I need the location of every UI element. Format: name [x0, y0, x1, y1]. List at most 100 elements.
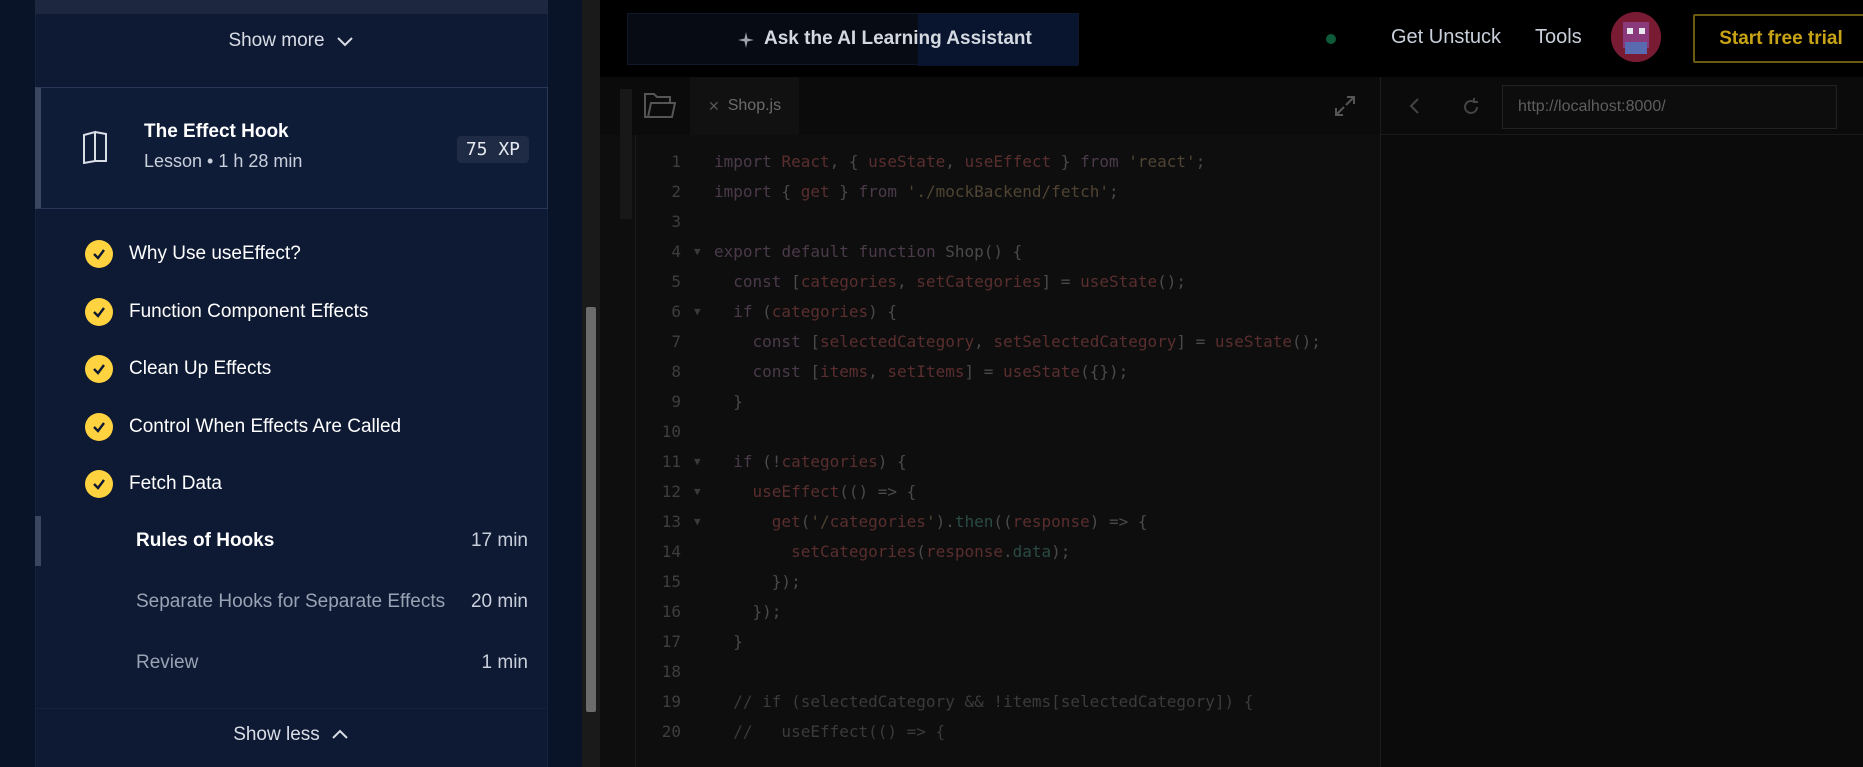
check-icon — [85, 470, 113, 498]
code-text: // useEffect(() => { — [714, 722, 946, 741]
line-number: 15 — [661, 572, 681, 591]
code-line[interactable]: 14 setCategories(response.data); — [636, 537, 1380, 567]
line-number: 12 — [661, 482, 681, 501]
fold-arrow-icon[interactable]: ▼ — [694, 447, 701, 477]
pending-lesson-label: Separate Hooks for Separate Effects — [136, 591, 446, 612]
chevron-left-icon[interactable] — [1406, 97, 1424, 115]
book-icon — [83, 130, 107, 164]
line-number: 5 — [671, 272, 681, 291]
pending-lesson-label: Review — [136, 652, 199, 673]
completed-lesson-label: Fetch Data — [129, 473, 222, 494]
fold-arrow-icon[interactable]: ▼ — [694, 297, 701, 327]
preview-toolbar — [1381, 77, 1863, 135]
expand-icon[interactable] — [1333, 94, 1357, 118]
show-more-button[interactable]: Show more — [35, 15, 548, 67]
code-text: // if (selectedCategory && !items[select… — [714, 692, 1254, 711]
avatar-image — [1611, 12, 1661, 62]
ai-assistant-button[interactable]: Ask the AI Learning Assistant — [627, 13, 1079, 66]
editor-gutter-strip — [620, 89, 632, 219]
line-number: 3 — [671, 212, 681, 231]
show-less-button[interactable]: Show less — [35, 708, 548, 760]
completed-lesson-label: Control When Effects Are Called — [129, 416, 402, 437]
reload-icon[interactable] — [1461, 97, 1481, 117]
lesson-card[interactable]: The Effect Hook Lesson • 1 h 28 min 75 X… — [35, 87, 548, 209]
code-line[interactable]: 4 ▼ export default function Shop() { — [636, 237, 1380, 267]
show-more-label: Show more — [228, 30, 325, 51]
sparkle-icon — [738, 32, 754, 48]
code-line[interactable]: 13 ▼ get('/categories').then((response) =… — [636, 507, 1380, 537]
line-number: 8 — [671, 362, 681, 381]
tab-shop-js[interactable]: ✕ Shop.js — [690, 77, 800, 135]
code-text: const [selectedCategory, setSelectedCate… — [752, 332, 1321, 351]
folder-icon[interactable] — [642, 89, 678, 123]
code-line[interactable]: 2 import { get } from './mockBackend/fetc… — [636, 177, 1380, 207]
code-text: }); — [714, 572, 801, 591]
check-icon — [85, 298, 113, 326]
completed-lesson-item[interactable]: Clean Up Effects — [85, 354, 271, 384]
avatar[interactable] — [1611, 12, 1661, 62]
browser-preview — [1380, 77, 1863, 767]
code-line[interactable]: 18 — [636, 657, 1380, 687]
code-editor[interactable]: ✕ Shop.js 1 import React, { useState, use… — [600, 77, 1380, 767]
line-number: 16 — [661, 602, 681, 621]
code-text: if (categories) { — [733, 302, 898, 321]
ai-assistant-label: Ask the AI Learning Assistant — [764, 28, 1032, 49]
code-line[interactable]: 9 } — [636, 387, 1380, 417]
tools-link[interactable]: Tools — [1535, 26, 1582, 49]
line-number: 20 — [661, 722, 681, 741]
line-number: 19 — [661, 692, 681, 711]
completed-lesson-item[interactable]: Why Use useEffect? — [85, 239, 301, 269]
code-area[interactable]: 1 import React, { useState, useEffect } f… — [636, 147, 1380, 747]
sidebar-scrollbar-thumb[interactable] — [586, 307, 596, 712]
pending-lesson-item[interactable]: Separate Hooks for Separate Effects 20 mi… — [35, 577, 548, 627]
code-line[interactable]: 3 — [636, 207, 1380, 237]
lesson-title: The Effect Hook — [144, 121, 289, 142]
code-line[interactable]: 15 }); — [636, 567, 1380, 597]
pending-lesson-label: Rules of Hooks — [136, 530, 275, 551]
get-unstuck-link[interactable]: Get Unstuck — [1391, 26, 1501, 49]
pending-lesson-duration: 1 min — [481, 652, 528, 673]
fold-arrow-icon[interactable]: ▼ — [694, 477, 701, 507]
completed-lesson-item[interactable]: Fetch Data — [85, 469, 222, 499]
check-icon — [85, 240, 113, 268]
code-line[interactable]: 19 // if (selectedCategory && !items[sel… — [636, 687, 1380, 717]
fold-arrow-icon[interactable]: ▼ — [694, 507, 701, 537]
url-input[interactable] — [1502, 85, 1837, 129]
completed-lesson-label: Why Use useEffect? — [129, 243, 301, 264]
pending-lesson-item[interactable]: Review 1 min — [35, 638, 548, 688]
line-number: 10 — [661, 422, 681, 441]
line-number: 11 — [661, 452, 681, 471]
code-text: import React, { useState, useEffect } fr… — [714, 152, 1206, 171]
code-line[interactable]: 7 const [selectedCategory, setSelectedCa… — [636, 327, 1380, 357]
code-line[interactable]: 11 ▼ if (!categories) { — [636, 447, 1380, 477]
code-text: }); — [714, 602, 782, 621]
line-number: 2 — [671, 182, 681, 201]
code-line[interactable]: 20 // useEffect(() => { — [636, 717, 1380, 747]
fold-arrow-icon[interactable]: ▼ — [694, 237, 701, 267]
completed-lesson-item[interactable]: Function Component Effects — [85, 297, 368, 327]
chevron-down-icon — [336, 37, 353, 47]
code-line[interactable]: 10 — [636, 417, 1380, 447]
pending-lesson-duration: 17 min — [470, 530, 528, 551]
code-line[interactable]: 6 ▼ if (categories) { — [636, 297, 1380, 327]
code-line[interactable]: 16 }); — [636, 597, 1380, 627]
line-number: 7 — [671, 332, 681, 351]
line-number: 1 — [671, 152, 681, 171]
completed-lesson-item[interactable]: Control When Effects Are Called — [85, 412, 401, 442]
check-icon — [85, 413, 113, 441]
line-number: 6 — [671, 302, 681, 321]
code-line[interactable]: 1 import React, { useState, useEffect } f… — [636, 147, 1380, 177]
code-line[interactable]: 8 const [items, setItems] = useState({})… — [636, 357, 1380, 387]
code-text: const [items, setItems] = useState({}); — [752, 362, 1129, 381]
show-less-label: Show less — [233, 723, 320, 745]
code-line[interactable]: 17 } — [636, 627, 1380, 657]
close-icon[interactable]: ✕ — [708, 98, 720, 115]
line-number: 18 — [661, 662, 681, 681]
code-text: get('/categories').then((response) => { — [771, 512, 1148, 531]
start-free-trial-button[interactable]: Start free trial — [1693, 14, 1863, 63]
code-text: if (!categories) { — [733, 452, 907, 471]
code-text: } — [714, 392, 743, 411]
code-line[interactable]: 5 const [categories, setCategories] = us… — [636, 267, 1380, 297]
code-line[interactable]: 12 ▼ useEffect(() => { — [636, 477, 1380, 507]
pending-lesson-item[interactable]: Rules of Hooks 17 min — [35, 516, 548, 566]
